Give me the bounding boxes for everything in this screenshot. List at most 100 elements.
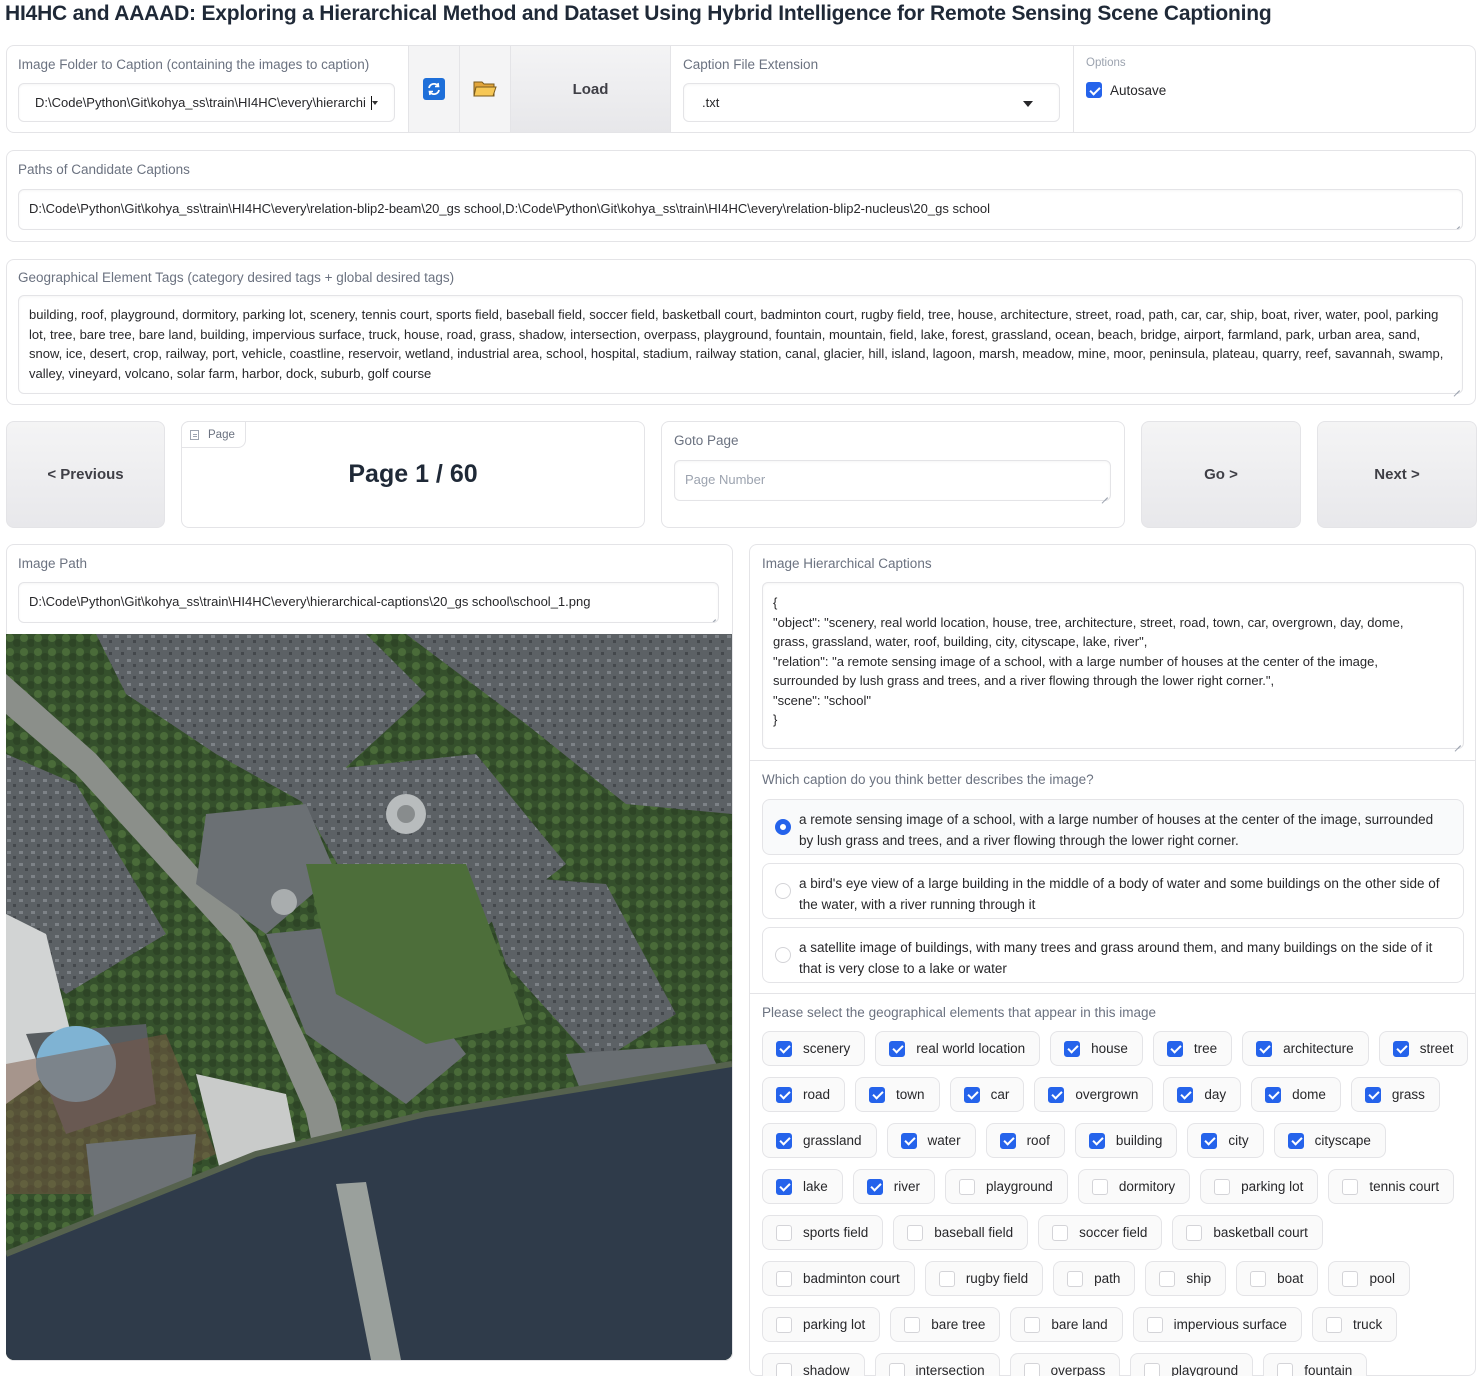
unchecked-icon [1052, 1224, 1069, 1241]
previous-button[interactable]: < Previous [6, 421, 165, 528]
element-tag-label: building [1115, 1133, 1163, 1148]
element-tag-checkbox[interactable]: car [949, 1077, 1025, 1112]
element-tag-checkbox[interactable]: real world location [875, 1031, 1041, 1066]
element-tag-label: bare land [1051, 1317, 1108, 1332]
hier-line: "object": "scenery, real world location,… [773, 614, 1404, 630]
element-tag-checkbox[interactable]: water [886, 1123, 976, 1158]
element-tag-checkbox[interactable]: tree [1152, 1031, 1233, 1066]
element-tag-checkbox[interactable]: roof [985, 1123, 1065, 1158]
next-button[interactable]: Next > [1317, 421, 1477, 528]
autosave-checkbox[interactable]: Autosave [1086, 82, 1166, 98]
caption-option-1[interactable]: a remote sensing image of a school, with… [762, 799, 1464, 855]
geo-tags-value: building, roof, playground, dormitory, p… [29, 307, 1444, 381]
element-tag-checkbox[interactable]: tennis court [1328, 1169, 1455, 1204]
element-tag-checkbox[interactable]: grass [1350, 1077, 1440, 1112]
resize-handle-icon[interactable] [1452, 219, 1460, 227]
element-tag-label: rugby field [965, 1271, 1029, 1286]
caption-option-3[interactable]: a satellite image of buildings, with man… [762, 927, 1464, 983]
extension-label: Caption File Extension [683, 57, 819, 72]
element-tag-label: badminton court [803, 1271, 900, 1286]
unchecked-icon [1342, 1270, 1359, 1287]
hier-line: { [773, 595, 778, 610]
element-tag-checkbox[interactable]: intersection [874, 1353, 1000, 1376]
element-tag-label: tennis court [1369, 1179, 1440, 1194]
geo-tags-label: Geographical Element Tags (category desi… [18, 270, 455, 285]
element-tag-checkbox[interactable]: day [1163, 1077, 1242, 1112]
unchecked-icon [1325, 1316, 1342, 1333]
element-tag-checkbox[interactable]: architecture [1242, 1031, 1369, 1066]
refresh-button[interactable] [408, 46, 459, 132]
element-tag-label: grassland [803, 1133, 862, 1148]
hier-line: "scene": "school" [773, 692, 871, 708]
image-path-input[interactable]: D:\Code\Python\Git\kohya_ss\train\HI4HC\… [18, 582, 719, 623]
element-tag-checkbox[interactable]: scenery [762, 1031, 866, 1066]
load-button[interactable]: Load [510, 46, 670, 132]
element-tag-checkbox[interactable]: lake [762, 1169, 843, 1204]
folder-label: Image Folder to Caption (containing the … [18, 57, 370, 72]
element-tag-checkbox[interactable]: soccer field [1038, 1215, 1163, 1250]
checked-icon [1256, 1040, 1273, 1057]
geo-tags-input[interactable]: building, roof, playground, dormitory, p… [18, 295, 1463, 394]
element-tag-checkbox[interactable]: badminton court [762, 1261, 915, 1296]
element-tag-checkbox[interactable]: parking lot [1200, 1169, 1319, 1204]
element-tag-checkbox[interactable]: building [1074, 1123, 1178, 1158]
element-tag-checkbox[interactable]: pool [1328, 1261, 1410, 1296]
element-tag-checkbox[interactable]: impervious surface [1132, 1307, 1302, 1342]
unchecked-icon [776, 1362, 792, 1376]
resize-handle-icon[interactable] [1453, 738, 1461, 746]
caption-option-text: a bird's eye view of a large building in… [799, 876, 1440, 912]
element-tag-checkbox[interactable]: town [855, 1077, 940, 1112]
go-button[interactable]: Go > [1141, 421, 1301, 528]
element-tag-checkbox[interactable]: dormitory [1077, 1169, 1191, 1204]
resize-handle-icon[interactable] [708, 612, 716, 620]
checked-icon [776, 1040, 792, 1057]
caption-option-2[interactable]: a bird's eye view of a large building in… [762, 863, 1464, 919]
unchecked-icon [959, 1178, 976, 1195]
element-tag-checkbox[interactable]: rugby field [924, 1261, 1044, 1296]
extension-value: .txt [702, 95, 720, 110]
open-folder-button[interactable] [459, 46, 510, 132]
element-tag-label: day [1204, 1087, 1227, 1102]
element-tag-checkbox[interactable]: sports field [762, 1215, 884, 1250]
candidates-input[interactable]: D:\Code\Python\Git\kohya_ss\train\HI4HC\… [18, 189, 1463, 230]
element-tag-checkbox[interactable]: street [1378, 1031, 1469, 1066]
hier-captions-input[interactable]: { "object": "scenery, real world locatio… [762, 582, 1464, 749]
element-tag-checkbox[interactable]: cityscape [1273, 1123, 1386, 1158]
element-tag-checkbox[interactable]: boat [1236, 1261, 1319, 1296]
element-tag-checkbox[interactable]: baseball field [893, 1215, 1029, 1250]
goto-page-input[interactable]: Page Number [674, 460, 1111, 501]
element-tag-checkbox[interactable]: fountain [1263, 1353, 1368, 1376]
element-tag-label: fountain [1304, 1363, 1353, 1376]
element-tag-checkbox[interactable]: playground [945, 1169, 1068, 1204]
folder-input[interactable]: D:\Code\Python\Git\kohya_ss\train\HI4HC\… [18, 83, 395, 122]
element-tag-label: house [1091, 1041, 1128, 1056]
unchecked-icon [938, 1270, 955, 1287]
element-tag-checkbox[interactable]: truck [1311, 1307, 1398, 1342]
element-tag-checkbox[interactable]: road [762, 1077, 846, 1112]
extension-select[interactable]: .txt [683, 83, 1060, 122]
element-tag-checkbox[interactable]: parking lot [762, 1307, 881, 1342]
element-tag-checkbox[interactable]: shadow [762, 1353, 865, 1376]
element-tag-checkbox[interactable]: path [1053, 1261, 1136, 1296]
element-tag-checkbox[interactable]: dome [1251, 1077, 1341, 1112]
element-tag-checkbox[interactable]: overgrown [1034, 1077, 1154, 1112]
resize-handle-icon[interactable] [1452, 383, 1460, 391]
element-tag-label: soccer field [1079, 1225, 1148, 1240]
element-tag-checkbox[interactable]: bare tree [890, 1307, 1001, 1342]
element-tag-label: real world location [916, 1041, 1026, 1056]
element-tag-checkbox[interactable]: grassland [762, 1123, 877, 1158]
element-tag-checkbox[interactable]: city [1187, 1123, 1264, 1158]
element-tag-checkbox[interactable]: river [852, 1169, 936, 1204]
element-tag-label: road [803, 1087, 831, 1102]
element-tag-checkbox[interactable]: bare land [1010, 1307, 1123, 1342]
element-tag-checkbox[interactable]: basketball court [1172, 1215, 1323, 1250]
element-tag-checkbox[interactable]: overpass [1009, 1353, 1121, 1376]
element-tag-checkbox[interactable]: house [1050, 1031, 1143, 1066]
element-tag-checkbox[interactable]: ship [1145, 1261, 1227, 1296]
element-tag-label: shadow [803, 1363, 850, 1376]
element-tag-label: dome [1292, 1087, 1326, 1102]
resize-handle-icon[interactable] [1100, 490, 1108, 498]
element-tag-label: parking lot [803, 1317, 866, 1332]
element-tag-checkbox[interactable]: playground [1130, 1353, 1254, 1376]
checked-icon [1265, 1086, 1282, 1103]
